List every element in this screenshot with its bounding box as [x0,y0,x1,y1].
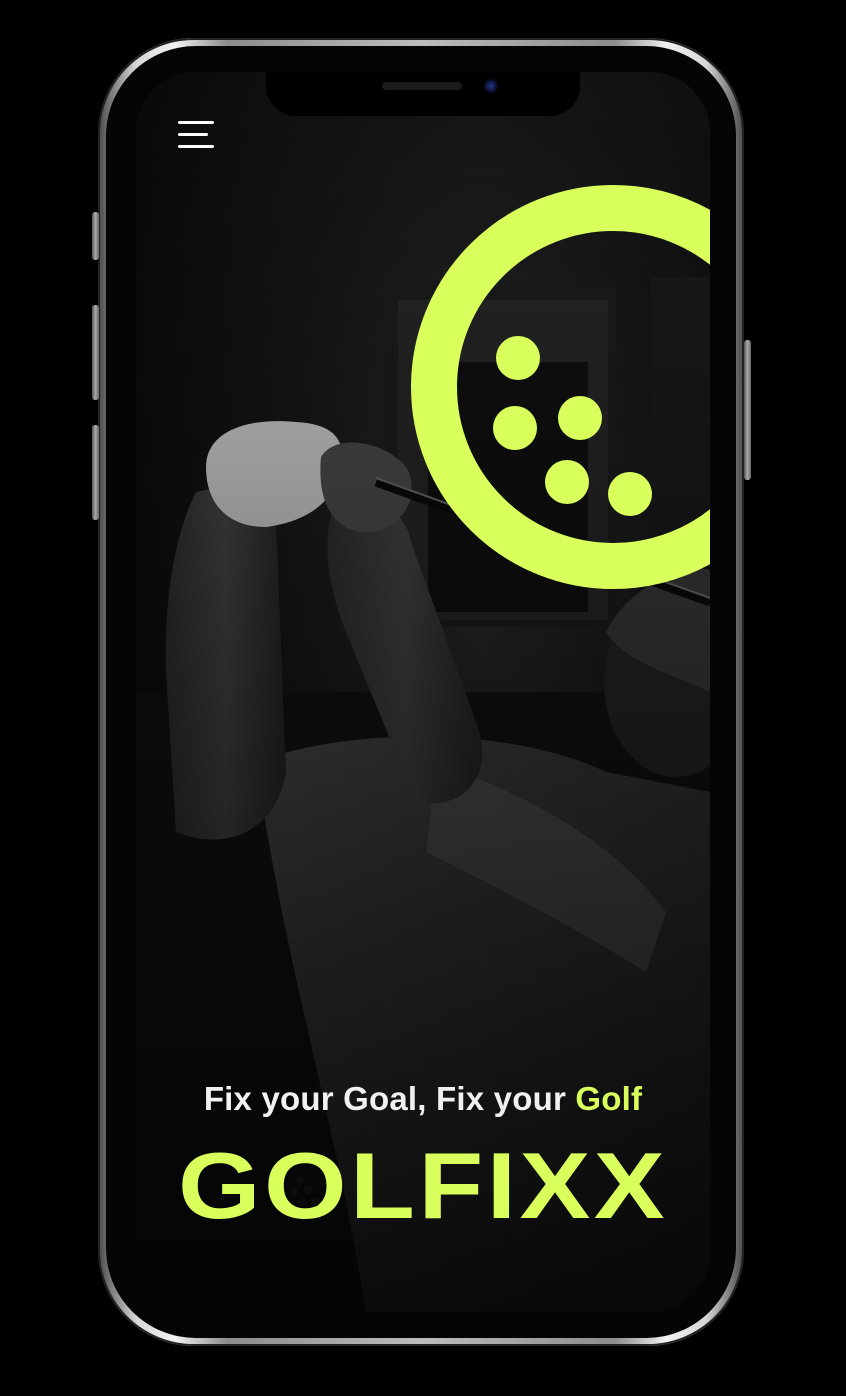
phone-side-button [92,212,99,260]
tagline-accent: Golf [575,1080,643,1117]
phone-power-button [744,340,751,480]
menu-button[interactable] [174,116,218,156]
app-screen: Fix your Goal, Fix your Golf GOLFIXX [136,72,710,1312]
phone-speaker [382,82,462,90]
hamburger-menu-icon [178,145,214,148]
phone-volume-up [92,305,99,400]
hamburger-menu-icon [178,133,208,136]
tagline-text: Fix your Goal, Fix your [203,1080,576,1117]
phone-camera [484,79,498,93]
golf-ball-logo-icon [411,185,710,589]
brand-wordmark: GOLFIXX [178,1144,668,1226]
brand-name: GOLFIXX [178,1144,668,1226]
phone-notch [266,72,580,116]
hamburger-menu-icon [178,121,214,124]
tagline: Fix your Goal, Fix your Golf [136,1080,710,1118]
phone-volume-down [92,425,99,520]
